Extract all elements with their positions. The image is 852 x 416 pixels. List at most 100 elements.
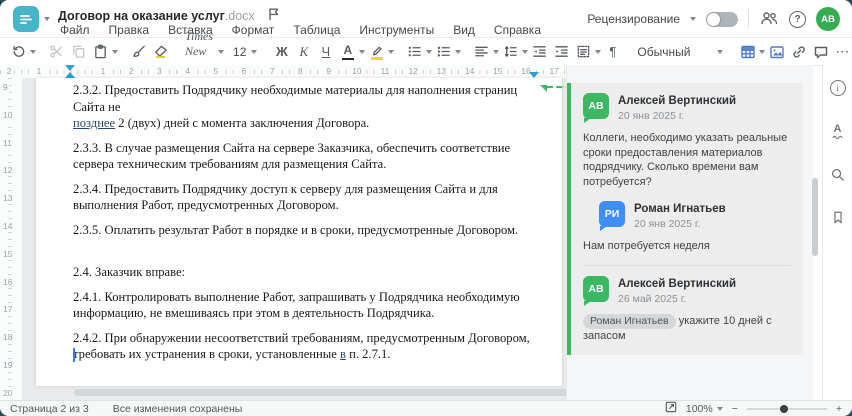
comment2-author-avatar: АВ <box>583 275 609 306</box>
ruler-number: 15 <box>491 66 505 77</box>
paragraph-2-3-2[interactable]: 2.3.2. Предоставить Подрядчику необходим… <box>73 82 533 132</box>
fit-width-icon[interactable] <box>665 401 677 416</box>
search-icon[interactable] <box>829 165 847 183</box>
ruler-number: 10 <box>2 109 14 121</box>
menu-tools[interactable]: Инструменты <box>359 23 434 37</box>
paragraph-2-4-1[interactable]: 2.4.1. Контролировать выполнение Работ, … <box>73 289 533 322</box>
collaboration-icon[interactable] <box>759 10 779 29</box>
page-counter[interactable]: Страница 2 из 3 <box>10 403 89 415</box>
ruler-number: 2 <box>126 66 136 77</box>
document-workspace: 2.3.2. Предоставить Подрядчику необходим… <box>0 78 600 400</box>
zoom-out-button[interactable]: − <box>732 403 738 415</box>
vertical-ruler[interactable]: 9 10 11 12 13 14 15 16 17 18 19 20 <box>0 78 22 400</box>
underline-button[interactable]: Ч <box>315 40 336 63</box>
comment-author-avatar: АВ <box>583 93 609 123</box>
user-avatar[interactable]: АВ <box>816 7 840 31</box>
horizontal-scrollbar[interactable] <box>74 389 594 396</box>
undo-button[interactable] <box>8 40 29 63</box>
align-caret-icon[interactable] <box>493 49 500 54</box>
paragraph-style-select[interactable]: Обычный <box>633 40 727 63</box>
app-menu-button[interactable] <box>13 6 39 32</box>
ruler-number: 2 <box>4 66 14 77</box>
bold-button[interactable]: Ж <box>271 40 292 63</box>
text-cursor <box>73 348 75 362</box>
italic-button[interactable]: К <box>293 40 314 63</box>
paragraph-settings-button[interactable] <box>573 40 594 63</box>
review-mode-dropdown[interactable]: Рецензирование <box>587 12 680 26</box>
copy-button[interactable] <box>68 40 89 63</box>
numbered-list-button[interactable] <box>433 40 454 63</box>
document-info-icon[interactable]: i <box>829 79 847 97</box>
comment-author-name: Алексей Вертинский <box>618 95 737 107</box>
insert-link-button[interactable] <box>788 40 809 63</box>
menu-help[interactable]: Справка <box>494 23 541 37</box>
paragraph-2-4-2[interactable]: 2.4.2. При обнаружении несоответствий тр… <box>73 330 533 363</box>
font-size-select[interactable]: 12 <box>229 40 261 63</box>
horizontal-ruler[interactable]: 21123456789101112131415161718 <box>0 65 590 79</box>
increase-indent-button[interactable] <box>551 40 572 63</box>
zoom-slider-handle[interactable] <box>780 404 789 413</box>
zoom-slider[interactable] <box>746 404 827 413</box>
line-spacing-button[interactable] <box>500 40 521 63</box>
numbered-list-caret-icon[interactable] <box>455 49 462 54</box>
insert-table-caret-icon[interactable] <box>759 49 766 54</box>
insert-table-button[interactable] <box>737 40 758 63</box>
toolbar: Times New ... 12 Ж К Ч А <box>0 29 852 73</box>
reply-author-name: Роман Игнатьев <box>634 203 726 215</box>
ruler-number: 13 <box>2 193 14 205</box>
paste-caret-icon[interactable] <box>112 49 118 54</box>
paragraph-2-3-5[interactable]: 2.3.5. Оплатить результат Работ в порядк… <box>73 222 533 239</box>
bullet-list-button[interactable] <box>404 40 425 63</box>
ruler-number: 1 <box>98 66 108 77</box>
font-color-caret-icon[interactable] <box>359 49 366 54</box>
spellcheck-icon[interactable]: А <box>829 122 847 140</box>
menu-edit[interactable]: Правка <box>109 23 150 37</box>
clear-formatting-icon[interactable] <box>150 40 171 63</box>
paragraph-2-3-3[interactable]: 2.3.3. В случае размещения Сайта на серв… <box>73 140 533 173</box>
flag-icon[interactable] <box>267 7 280 24</box>
paragraph-settings-caret-icon[interactable] <box>595 49 602 54</box>
menu-view[interactable]: Вид <box>453 23 475 37</box>
mention-chip[interactable]: Роман Игнатьев <box>583 313 676 329</box>
vertical-scrollbar[interactable] <box>812 178 818 256</box>
paragraph-2-4[interactable]: 2.4. Заказчик вправе: <box>73 264 533 281</box>
comments-panel: АВ Алексей Вертинский 20 янв 2025 г. Кол… <box>566 65 813 400</box>
paste-button[interactable] <box>90 40 111 63</box>
insert-image-button[interactable] <box>766 40 787 63</box>
menu-format[interactable]: Формат <box>232 23 275 37</box>
zoom-in-button[interactable]: + <box>836 403 842 415</box>
menu-file[interactable]: Файл <box>60 23 90 37</box>
cut-button[interactable] <box>46 40 67 63</box>
comment-reply-1: РИ Роман Игнатьев 20 янв 2025 г. <box>599 201 791 231</box>
decrease-indent-button[interactable] <box>529 40 550 63</box>
line-spacing-caret-icon[interactable] <box>522 49 529 54</box>
formatting-marks-button[interactable]: ¶ <box>602 40 623 63</box>
document-text[interactable]: 2.3.2. Предоставить Подрядчику необходим… <box>73 82 533 371</box>
bullet-list-caret-icon[interactable] <box>426 49 433 54</box>
document-page[interactable]: 2.3.2. Предоставить Подрядчику необходим… <box>36 78 600 396</box>
menu-table[interactable]: Таблица <box>293 23 340 37</box>
ruler-number: 14 <box>462 66 477 77</box>
format-painter-icon[interactable] <box>128 40 149 63</box>
comment-text: Коллеги, необходимо указать реальные сро… <box>583 132 788 188</box>
review-caret-icon[interactable] <box>690 17 696 21</box>
align-left-button[interactable] <box>471 40 492 63</box>
font-family-select[interactable]: Times New ... <box>181 29 228 73</box>
insert-comment-button[interactable] <box>810 40 831 63</box>
review-toggle[interactable] <box>706 11 738 27</box>
ruler-number: 4 <box>183 66 192 77</box>
toolbar-more-button[interactable]: ⋯ <box>832 40 852 63</box>
app-menu-caret-icon[interactable] <box>44 17 50 21</box>
help-icon[interactable]: ? <box>789 10 806 28</box>
comment-thread-card[interactable]: АВ Алексей Вертинский 20 янв 2025 г. Кол… <box>567 83 803 355</box>
first-line-indent-marker[interactable] <box>65 65 75 71</box>
highlight-caret-icon[interactable] <box>388 49 395 54</box>
highlight-color-button[interactable] <box>366 39 387 64</box>
font-color-button[interactable]: А <box>337 39 358 64</box>
commented-word: позднее <box>73 116 116 130</box>
zoom-level-select[interactable]: 100% <box>686 403 723 415</box>
ruler-number: 7 <box>267 66 277 77</box>
bookmark-icon[interactable] <box>829 208 847 226</box>
paragraph-2-3-4[interactable]: 2.3.4. Предоставить Подрядчику доступ к … <box>73 181 533 214</box>
undo-caret-icon[interactable] <box>30 49 36 54</box>
